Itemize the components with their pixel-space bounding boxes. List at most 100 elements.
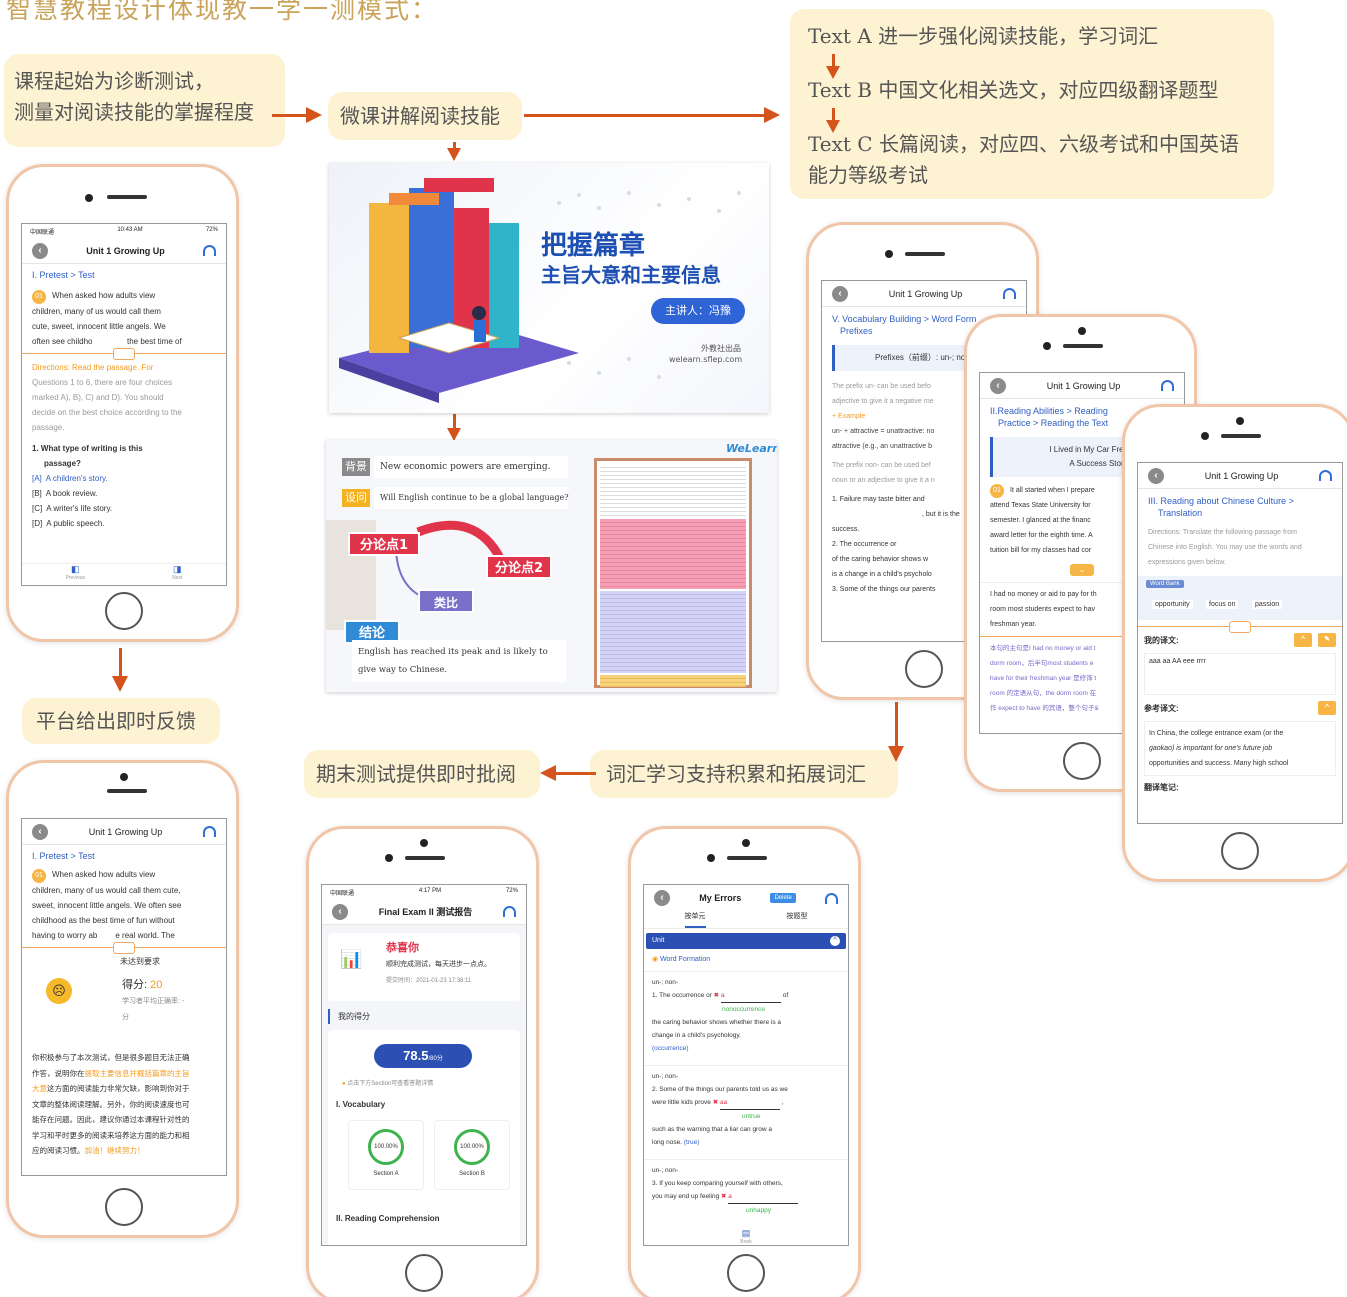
feedback-highlight: 提取主要信息并概括篇章的主旨 (84, 1068, 190, 1078)
phone-speaker (905, 252, 945, 256)
back-button[interactable]: ‹ (1148, 467, 1164, 484)
back-button[interactable]: ‹ (32, 242, 48, 259)
correct-answer: untrue (742, 1113, 761, 1120)
phone-camera (1043, 342, 1051, 350)
arrow-phones-to-vocab-head (888, 746, 904, 762)
reference-row: 参考译文: ^ (1138, 699, 1342, 717)
headphones-icon[interactable] (1003, 288, 1016, 299)
headphones-icon[interactable] (203, 826, 216, 837)
avg-label: 学习者平均正确率: - (122, 998, 185, 1005)
passage: 01 When asked how adults view children, m… (22, 867, 226, 943)
back-button[interactable]: ‹ (332, 903, 348, 920)
section-b-card[interactable]: 100.00% Section B (434, 1120, 510, 1190)
congrats-label: 恭喜你 (386, 942, 419, 954)
delete-button[interactable]: Delete (770, 893, 796, 903)
unit-group[interactable]: Unit ^ (646, 933, 846, 949)
example-text: Example (838, 413, 866, 420)
question-text: you may end up feeling (652, 1193, 720, 1200)
split-divider[interactable] (22, 942, 226, 954)
app-header: ‹ Unit 1 Growing Up (822, 281, 1026, 307)
correct-answer: nonoccurrence (722, 1006, 765, 1013)
option-d[interactable]: [D] A public speech. (22, 516, 226, 531)
my-translation-input[interactable]: aaa aa AA eee rrrr (1144, 653, 1336, 695)
error-item-3: un-; non- 3. If you keep comparing yours… (644, 1159, 848, 1221)
conclusion-line-1: English has reached its peak and is like… (358, 647, 548, 657)
headphones-icon[interactable] (824, 892, 838, 904)
status-carrier: 中国联通 (330, 891, 355, 897)
status-battery: 72% (205, 227, 218, 233)
category-icon: ◉ (652, 956, 659, 963)
phone-speaker (107, 195, 147, 199)
split-divider[interactable] (1138, 621, 1342, 633)
collapse-icon[interactable]: ^ (830, 936, 840, 946)
collapse-icon[interactable]: ^ (1318, 701, 1336, 715)
arrow-phones-to-vocab-line (895, 702, 898, 746)
headphones-icon[interactable] (1319, 470, 1332, 481)
section-a-card[interactable]: 100.00% Section A (348, 1120, 424, 1190)
headphones-icon[interactable] (203, 245, 216, 256)
app-header: ‹ My Errors Delete (644, 885, 848, 911)
split-divider[interactable] (22, 348, 226, 360)
feedback-box: 平台给出即时反馈 (22, 698, 220, 744)
passage-line: e real world. The (115, 931, 175, 940)
next-button[interactable]: ◨ Next (172, 564, 182, 585)
feedback-highlight: 大意 (32, 1084, 47, 1093)
question-text: the caring behavior shows whether there … (652, 1019, 781, 1026)
wrong-answer: a (728, 1190, 799, 1204)
phone-camera (385, 854, 393, 862)
headphones-icon[interactable] (503, 906, 516, 917)
diagnostic-line-2: 测量对阅读技能的掌握程度 (14, 100, 254, 124)
section-b-percent: 100.00% (454, 1129, 490, 1165)
directions-line: Directions: Translate the following pass… (1148, 529, 1298, 536)
app-header: ‹ Unit 1 Growing Up (22, 238, 226, 264)
point-1: 分论点1 (348, 532, 420, 556)
score-value: 20 (150, 979, 163, 991)
previous-button[interactable]: ◧ Previous (66, 564, 85, 585)
text-c-label-2: 能力等级考试 (808, 163, 928, 187)
submit-time: 提交时间：2021-01-23 17:38:11 (386, 978, 472, 984)
phone-camera (85, 194, 93, 202)
presenter-badge: 主讲人：冯豫 (651, 298, 745, 324)
my-translation-row: 我的译文: ^ ✎ (1138, 631, 1342, 649)
breadcrumb: I. Pretest > Test (32, 851, 95, 861)
site-label: welearn.sflep.com (669, 355, 743, 364)
back-button[interactable]: ‹ (654, 890, 670, 906)
error-item-2: un-; non- 2. Some of the things our pare… (644, 1065, 848, 1153)
option-b[interactable]: [B] A book review. (22, 486, 226, 501)
passage-line: It all started when I prepare (1010, 487, 1095, 494)
passage-line: cute, sweet, innocent little angels. We (32, 322, 166, 331)
reference-line: gaokao) is important for one's future jo… (1149, 745, 1273, 752)
final-exam-box: 期末测试提供即时批阅 (304, 750, 540, 798)
option-text: A public speech. (46, 519, 105, 528)
passage[interactable]: 01 When asked how adults view children, m… (22, 288, 226, 349)
passage-line: children, many of us would call them cut… (32, 886, 181, 895)
section-a-percent: 100.00% (368, 1129, 404, 1165)
back-button[interactable]: ‹ (990, 377, 1006, 394)
expand-chevron-icon[interactable]: ⌄ (1070, 564, 1094, 576)
tab-by-unit[interactable]: 按单元 (684, 911, 706, 928)
phone-final-exam: 中国联通 4:17 PM 72% ‹ Final Exam II 测试报告 📊 … (306, 826, 539, 1297)
back-button[interactable]: ‹ (832, 285, 848, 302)
phone-speaker (107, 789, 147, 793)
tab-by-type[interactable]: 按题型 (787, 911, 808, 928)
next-label: Next (172, 575, 183, 581)
option-a[interactable]: [A] A children's story. (22, 471, 226, 486)
book-icon: ▤ (741, 1228, 751, 1238)
passage-line: children, many of us would call them (32, 307, 161, 316)
edit-icon[interactable]: ✎ (1318, 633, 1336, 647)
option-c[interactable]: [C] A writer's life story. (22, 501, 226, 516)
question-line: 1. What type of writing is this (32, 444, 143, 453)
phone-camera (742, 839, 750, 847)
text-b-label: Text B 中国文化相关选文，对应四级翻译题型 (808, 78, 1219, 102)
arrow-micro-to-texts-head (764, 107, 780, 123)
collapse-icon[interactable]: ^ (1294, 633, 1312, 647)
diagnostic-test-box: 课程起始为诊断测试， 测量对阅读技能的掌握程度 (4, 54, 285, 147)
back-button[interactable]: ‹ (32, 823, 48, 840)
home-button (105, 1188, 143, 1226)
score: 得分: 20 (122, 976, 162, 992)
drag-handle-icon[interactable] (113, 348, 135, 360)
headphones-icon[interactable] (1161, 380, 1174, 391)
home-button (405, 1254, 443, 1292)
book-button[interactable]: ▤ Book (644, 1228, 848, 1245)
error-item-1: un-; non- 1. The occurrence or ✖ a of no… (644, 971, 848, 1059)
